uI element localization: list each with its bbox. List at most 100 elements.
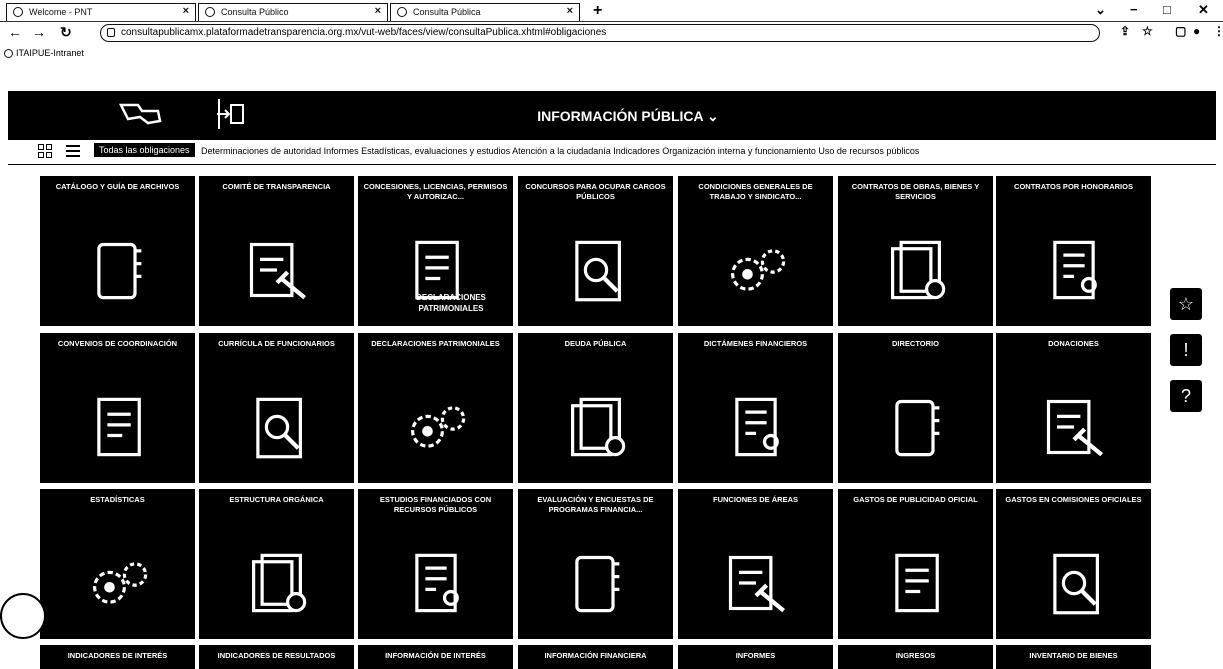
- obligation-tile[interactable]: CATÁLOGO Y GUÍA DE ARCHIVOS: [40, 176, 195, 326]
- obligation-tile-label: CONDICIONES GENERALES DE TRABAJO Y SINDI…: [698, 182, 813, 201]
- new-tab-icon[interactable]: +: [593, 2, 602, 20]
- obligation-icon: [97, 397, 141, 457]
- obligation-tile[interactable]: INDICADORES DE INTERÉS: [40, 645, 195, 669]
- obligation-tile[interactable]: GASTOS EN COMISIONES OFICIALES: [996, 489, 1151, 639]
- help-icon[interactable]: ?: [1170, 380, 1202, 412]
- category-filters[interactable]: Determinaciones de autoridad Informes Es…: [201, 146, 919, 156]
- obligation-tile-label: INVENTARIO DE BIENES: [1029, 651, 1118, 660]
- grid-view-icon[interactable]: [38, 144, 52, 158]
- obligation-icon: [97, 242, 142, 300]
- tab-consulta-2[interactable]: Consulta Pública ×: [390, 3, 580, 21]
- star-icon[interactable]: ☆: [1142, 24, 1153, 38]
- obligation-tile-label: CATÁLOGO Y GUÍA DE ARCHIVOS: [55, 182, 180, 191]
- close-icon[interactable]: ×: [567, 5, 573, 17]
- list-view-icon[interactable]: [66, 145, 80, 157]
- tab-consulta-1[interactable]: Consulta Público ×: [198, 3, 388, 21]
- tab-favicon-icon: [397, 7, 407, 17]
- hover-tooltip: DECLARACIONES PATRIMONIALES: [416, 293, 486, 313]
- login-icon[interactable]: [215, 97, 245, 131]
- obligation-icon: [411, 406, 466, 448]
- obligation-tile[interactable]: GASTOS DE PUBLICIDAD OFICIAL: [838, 489, 993, 639]
- obligation-tile-label: GASTOS DE PUBLICIDAD OFICIAL: [853, 495, 978, 504]
- obligation-icon: [895, 399, 940, 457]
- obligation-tile-label: FUNCIONES DE ÁREAS: [712, 495, 798, 504]
- close-window-icon[interactable]: ✕: [1198, 2, 1209, 18]
- obligation-tile[interactable]: INFORMACIÓN FINANCIERA: [518, 645, 673, 669]
- obligation-tile-label: DECLARACIONES PATRIMONIALES: [371, 339, 500, 348]
- obligation-tile-label: INFORMES: [735, 651, 776, 660]
- share-icon[interactable]: ⇪: [1120, 24, 1130, 38]
- url-field[interactable]: consultapublicamx.plataformadetransparen…: [100, 24, 1100, 42]
- page-title[interactable]: INFORMACIÓN PÚBLICA ⌄: [478, 108, 778, 125]
- obligation-tile[interactable]: CONCURSOS PARA OCUPAR CARGOS PÚBLICOS: [518, 176, 673, 326]
- browser-tab-bar: Welcome - PNT × Consulta Público × Consult…: [0, 0, 1223, 22]
- obligation-icon: [249, 242, 306, 300]
- bookmarks-bar: ITAIPUE-Intranet: [0, 44, 1223, 62]
- minimize-icon[interactable]: −: [1130, 2, 1138, 17]
- obligation-tile[interactable]: FUNCIONES DE ÁREAS: [678, 489, 833, 639]
- forward-icon[interactable]: →: [32, 24, 46, 40]
- profile-icon[interactable]: ●: [1193, 24, 1200, 38]
- bookmark-icon: [4, 49, 13, 58]
- obligation-tile[interactable]: DIRECTORIO: [838, 333, 993, 483]
- obligation-tile-label: ESTUDIOS FINANCIADOS CON RECURSOS PÚBLIC…: [379, 495, 492, 514]
- close-icon[interactable]: ×: [183, 5, 189, 17]
- obligation-tile-label: INFORMACIÓN DE INTERÉS: [385, 651, 486, 660]
- filter-all-obligations[interactable]: Todas las obligaciones: [94, 143, 195, 157]
- maximize-icon[interactable]: □: [1163, 2, 1171, 17]
- obligation-tile[interactable]: INGRESOS: [838, 645, 993, 669]
- obligation-icon: [728, 555, 785, 613]
- tab-favicon-icon: [205, 7, 215, 17]
- obligation-tile[interactable]: ESTADÍSTICAS: [40, 489, 195, 639]
- sidebar-icon[interactable]: ▢: [1175, 24, 1186, 38]
- close-icon[interactable]: ×: [375, 5, 381, 17]
- tab-welcome[interactable]: Welcome - PNT ×: [6, 3, 196, 21]
- obligation-tile[interactable]: DEUDA PÚBLICA: [518, 333, 673, 483]
- obligation-icon: [575, 555, 620, 613]
- obligation-icon: [575, 240, 621, 302]
- obligation-tile[interactable]: INDICADORES DE RESULTADOS: [199, 645, 354, 669]
- obligation-tile[interactable]: ESTUDIOS FINANCIADOS CON RECURSOS PÚBLIC…: [358, 489, 513, 639]
- site-header: INFORMACIÓN PÚBLICA ⌄: [8, 91, 1216, 139]
- obligation-tile[interactable]: INVENTARIO DE BIENES: [996, 645, 1151, 669]
- obligation-tile-label: CONCESIONES, LICENCIAS, PERMISOS Y AUTOR…: [363, 182, 508, 201]
- obligation-tile[interactable]: ESTRUCTURA ORGÁNICA: [199, 489, 354, 639]
- reload-icon[interactable]: ↻: [60, 24, 72, 41]
- obligation-tile-label: INFORMACIÓN FINANCIERA: [544, 651, 647, 660]
- obligation-tile[interactable]: INFORMACIÓN DE INTERÉS: [358, 645, 513, 669]
- obligation-tile[interactable]: EVALUACIÓN Y ENCUESTAS DE PROGRAMAS FINA…: [518, 489, 673, 639]
- obligation-tile[interactable]: COMITÉ DE TRANSPARENCIA: [199, 176, 354, 326]
- obligation-tile[interactable]: DECLARACIONES PATRIMONIALES: [358, 333, 513, 483]
- obligation-icon: [571, 397, 626, 457]
- obligation-tile-label: CONVENIOS DE COORDINACIÓN: [57, 339, 178, 348]
- obligation-icon: [93, 562, 148, 604]
- obligation-tile-label: CURRÍCULA DE FUNCIONARIOS: [218, 339, 335, 348]
- obligation-tile[interactable]: CONVENIOS DE COORDINACIÓN: [40, 333, 195, 483]
- pnt-logo[interactable]: [118, 101, 163, 126]
- obligation-tile-label: CONTRATOS DE OBRAS, BIENES Y SERVICIOS: [851, 182, 980, 201]
- category-bar: Todas las obligaciones Determinaciones d…: [8, 139, 1216, 165]
- obligation-tile-label: INDICADORES DE INTERÉS: [67, 651, 168, 660]
- obligation-tile[interactable]: CURRÍCULA DE FUNCIONARIOS: [199, 333, 354, 483]
- obligation-icon: [1046, 399, 1103, 457]
- chevron-down-icon[interactable]: ⌄: [1095, 2, 1106, 18]
- menu-icon[interactable]: ⋮: [1213, 24, 1223, 38]
- obligation-tile-label: DIRECTORIO: [892, 339, 939, 348]
- obligation-tile[interactable]: CONTRATOS POR HONORARIOS: [996, 176, 1151, 326]
- obligation-tile[interactable]: DICTÁMENES FINANCIEROS: [678, 333, 833, 483]
- obligation-icon: [1053, 240, 1097, 300]
- obligation-tile-label: COMITÉ DE TRANSPARENCIA: [222, 182, 331, 191]
- obligation-tile-label: DEUDA PÚBLICA: [564, 339, 627, 348]
- obligation-tile[interactable]: CONTRATOS DE OBRAS, BIENES Y SERVICIOS: [838, 176, 993, 326]
- lock-icon: [107, 28, 115, 37]
- tab-favicon-icon: [13, 7, 23, 17]
- accessibility-icon[interactable]: [0, 593, 46, 639]
- obligation-tile[interactable]: INFORMES: [678, 645, 833, 669]
- obligation-tile[interactable]: CONDICIONES GENERALES DE TRABAJO Y SINDI…: [678, 176, 833, 326]
- alert-icon[interactable]: !: [1170, 334, 1202, 366]
- bookmark-itaipue[interactable]: ITAIPUE-Intranet: [16, 48, 84, 58]
- obligation-tile-label: CONCURSOS PARA OCUPAR CARGOS PÚBLICOS: [525, 182, 666, 201]
- favorites-icon[interactable]: ☆: [1170, 288, 1202, 320]
- back-icon[interactable]: ←: [8, 24, 22, 40]
- obligation-tile[interactable]: DONACIONES: [996, 333, 1151, 483]
